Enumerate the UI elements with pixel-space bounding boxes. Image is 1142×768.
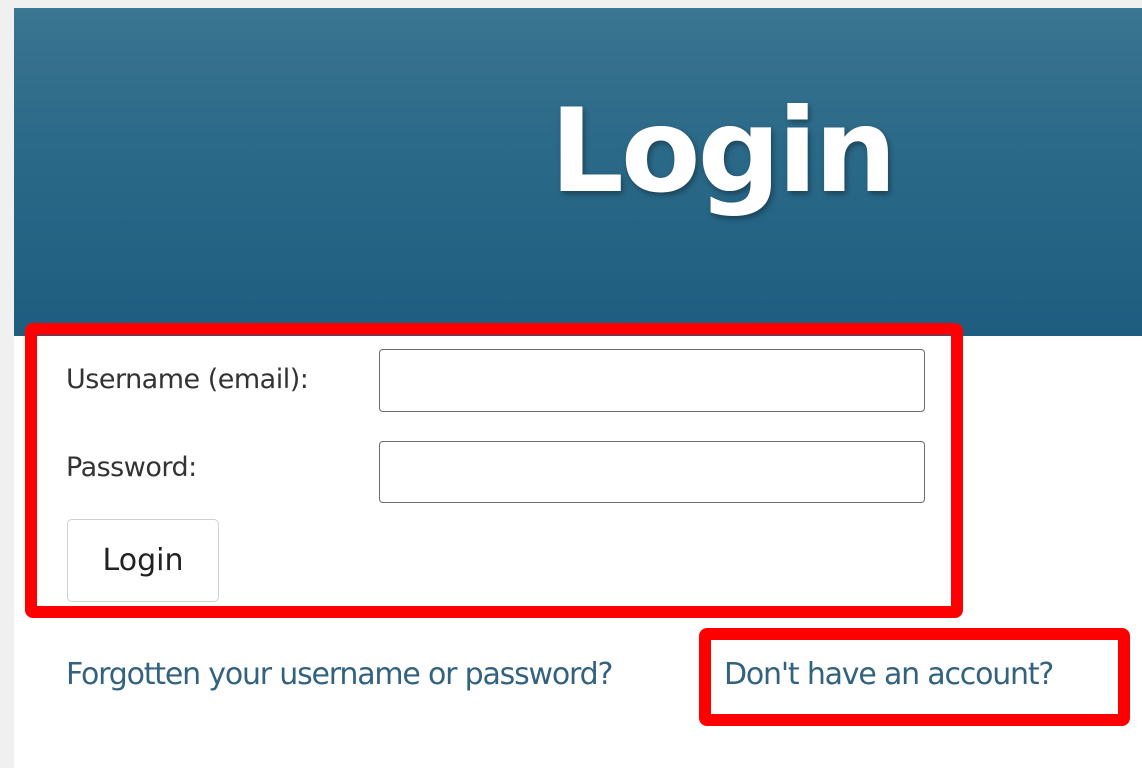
username-label: Username (email): — [66, 364, 309, 395]
page-title: Login — [550, 84, 897, 219]
username-input[interactable] — [379, 349, 925, 412]
register-link[interactable]: Don't have an account? — [724, 657, 1054, 692]
page-header: Login — [14, 8, 1142, 336]
forgot-credentials-link[interactable]: Forgotten your username or password? — [66, 657, 613, 692]
password-input[interactable] — [379, 441, 925, 503]
login-button[interactable]: Login — [67, 519, 219, 602]
left-gutter — [0, 0, 14, 768]
login-page: Login Username (email): Password: Login … — [0, 0, 1142, 768]
top-strip — [0, 0, 1142, 8]
password-label: Password: — [66, 452, 197, 483]
